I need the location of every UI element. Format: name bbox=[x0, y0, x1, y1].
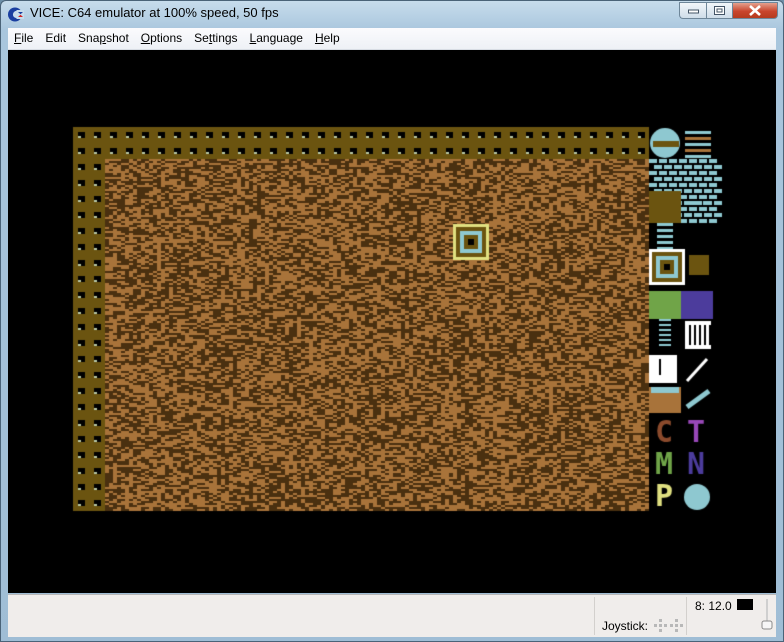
window-title: VICE: C64 emulator at 100% speed, 50 fps bbox=[30, 5, 279, 20]
title-bar[interactable]: VICE: C64 emulator at 100% speed, 50 fps bbox=[1, 1, 783, 28]
maximize-icon bbox=[714, 6, 725, 15]
menu-edit[interactable]: Edit bbox=[39, 28, 72, 49]
c64-display-canvas[interactable] bbox=[8, 50, 776, 593]
menu-settings[interactable]: Settings bbox=[188, 28, 243, 49]
minimize-icon bbox=[687, 9, 699, 13]
drive-led bbox=[737, 599, 753, 610]
maximize-button[interactable] bbox=[706, 2, 733, 19]
joystick-port2-icon[interactable] bbox=[670, 619, 684, 633]
joystick-label: Joystick: bbox=[602, 619, 649, 633]
commodore-logo-icon bbox=[8, 7, 24, 22]
menu-snapshot[interactable]: Snapshot bbox=[72, 28, 135, 49]
close-button[interactable] bbox=[733, 2, 778, 19]
menu-file[interactable]: File bbox=[8, 28, 39, 49]
joystick-port1-icon[interactable] bbox=[654, 619, 668, 633]
menu-options[interactable]: Options bbox=[135, 28, 188, 49]
volume-slider[interactable] bbox=[760, 599, 774, 633]
menu-language[interactable]: Language bbox=[244, 28, 309, 49]
menu-help[interactable]: Help bbox=[309, 28, 346, 49]
minimize-button[interactable] bbox=[679, 2, 706, 19]
drive-status: 8: 12.0 bbox=[695, 599, 732, 613]
status-bar: Joystick: 8: 12.0 bbox=[8, 594, 776, 637]
close-icon bbox=[749, 5, 761, 16]
status-separator bbox=[594, 597, 595, 635]
vice-window: VICE: C64 emulator at 100% speed, 50 fps… bbox=[0, 0, 784, 642]
menu-bar: File Edit Snapshot Options Settings Lang… bbox=[8, 28, 776, 50]
emulator-screen[interactable] bbox=[8, 50, 776, 593]
status-separator bbox=[686, 597, 687, 635]
